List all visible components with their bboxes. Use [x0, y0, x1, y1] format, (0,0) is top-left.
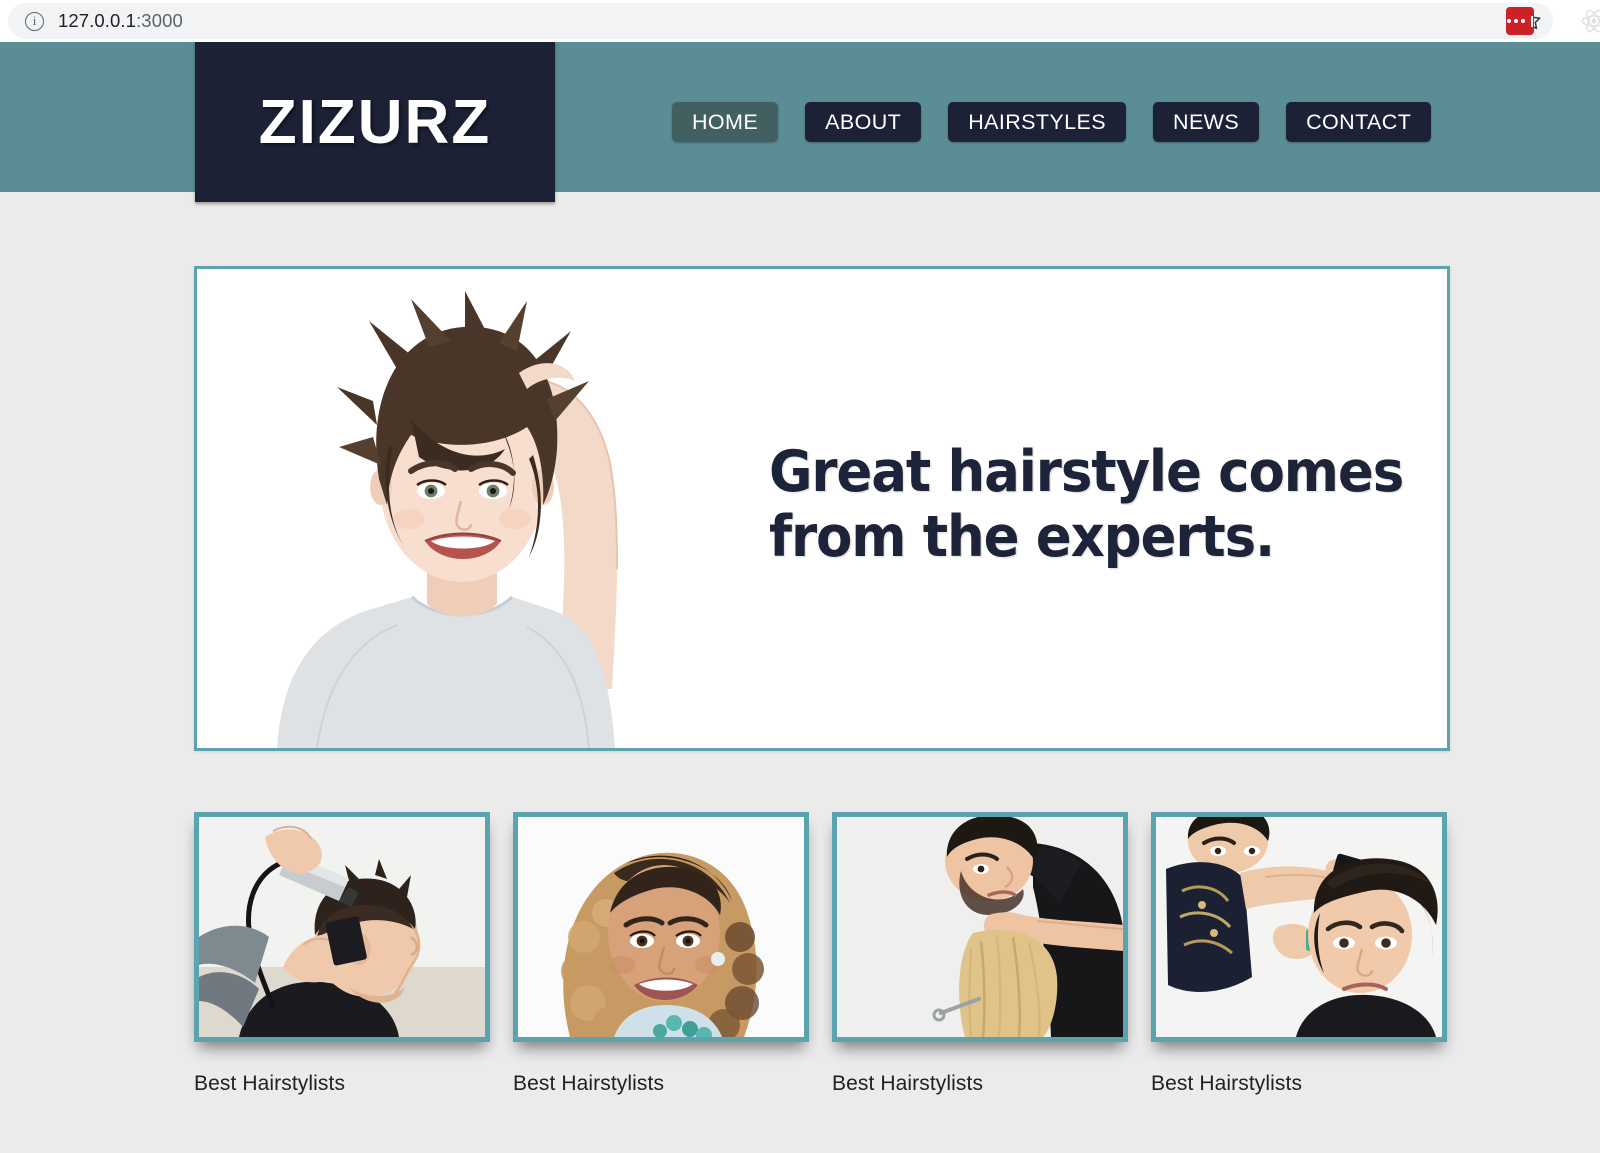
logo-text: ZIZURZ — [258, 87, 492, 157]
woman-curly-hair-illustration — [518, 817, 804, 1037]
page-content: HOME ABOUT HAIRSTYLES NEWS CONTACT ZIZUR… — [0, 42, 1600, 1153]
nav-label: NEWS — [1173, 109, 1240, 134]
service-card: Best Hairstylists — [513, 812, 809, 1112]
service-card: Best Hairstylists — [832, 812, 1128, 1112]
barber-clipper-illustration — [199, 817, 485, 1037]
nav-item-hairstyles[interactable]: HAIRSTYLES — [948, 102, 1127, 142]
card-thumbnail[interactable] — [1151, 812, 1447, 1042]
nav-item-about[interactable]: ABOUT — [805, 102, 922, 142]
card-image-4 — [1156, 817, 1442, 1037]
hero-image — [197, 269, 717, 748]
hero-heading-line1: Great hairstyle comes — [769, 438, 1404, 505]
card-label: Best Hairstylists — [832, 1072, 984, 1095]
nav-label: HOME — [692, 109, 759, 134]
hero-photo-illustration — [197, 269, 717, 748]
hero-banner: Great hairstyle comes from the experts. — [194, 266, 1450, 751]
react-devtools-icon[interactable] — [1580, 7, 1600, 35]
main-navigation: HOME ABOUT HAIRSTYLES NEWS CONTACT — [672, 102, 1432, 142]
address-bar[interactable]: i 127.0.0.1:3000 — [8, 3, 1553, 39]
card-image-2 — [518, 817, 804, 1037]
card-thumbnail[interactable] — [194, 812, 490, 1042]
stylist-blonde-hair-illustration — [837, 817, 1123, 1037]
nav-item-contact[interactable]: CONTACT — [1286, 102, 1432, 142]
browser-toolbar: i 127.0.0.1:3000 — [0, 0, 1600, 42]
nav-label: CONTACT — [1306, 109, 1412, 134]
service-card: Best Hairstylists — [1151, 812, 1447, 1112]
extension-red-dots-icon[interactable] — [1506, 7, 1534, 35]
url-port: :3000 — [136, 10, 183, 31]
card-image-1 — [199, 817, 485, 1037]
nav-label: HAIRSTYLES — [968, 109, 1107, 134]
hero-heading: Great hairstyle comes from the experts. — [717, 269, 1491, 748]
card-thumbnail[interactable] — [513, 812, 809, 1042]
card-label: Best Hairstylists — [1151, 1072, 1303, 1095]
service-card: Best Hairstylists — [194, 812, 490, 1112]
card-thumbnail[interactable] — [832, 812, 1128, 1042]
site-logo[interactable]: ZIZURZ — [195, 42, 555, 202]
nav-item-news[interactable]: NEWS — [1153, 102, 1260, 142]
card-label: Best Hairstylists — [513, 1072, 665, 1095]
hero-heading-line2: from the experts. — [769, 503, 1275, 570]
nav-item-home[interactable]: HOME — [672, 102, 779, 142]
info-icon[interactable]: i — [25, 11, 44, 31]
url-host: 127.0.0.1 — [58, 10, 137, 31]
card-label: Best Hairstylists — [194, 1072, 346, 1095]
nav-label: ABOUT — [825, 109, 902, 134]
services-card-row: Best Hairstylists Best Hairstylists Best… — [194, 812, 1450, 1112]
card-image-3 — [837, 817, 1123, 1037]
stylist-pompadour-illustration — [1156, 817, 1442, 1037]
url-text: 127.0.0.1:3000 — [58, 10, 183, 32]
